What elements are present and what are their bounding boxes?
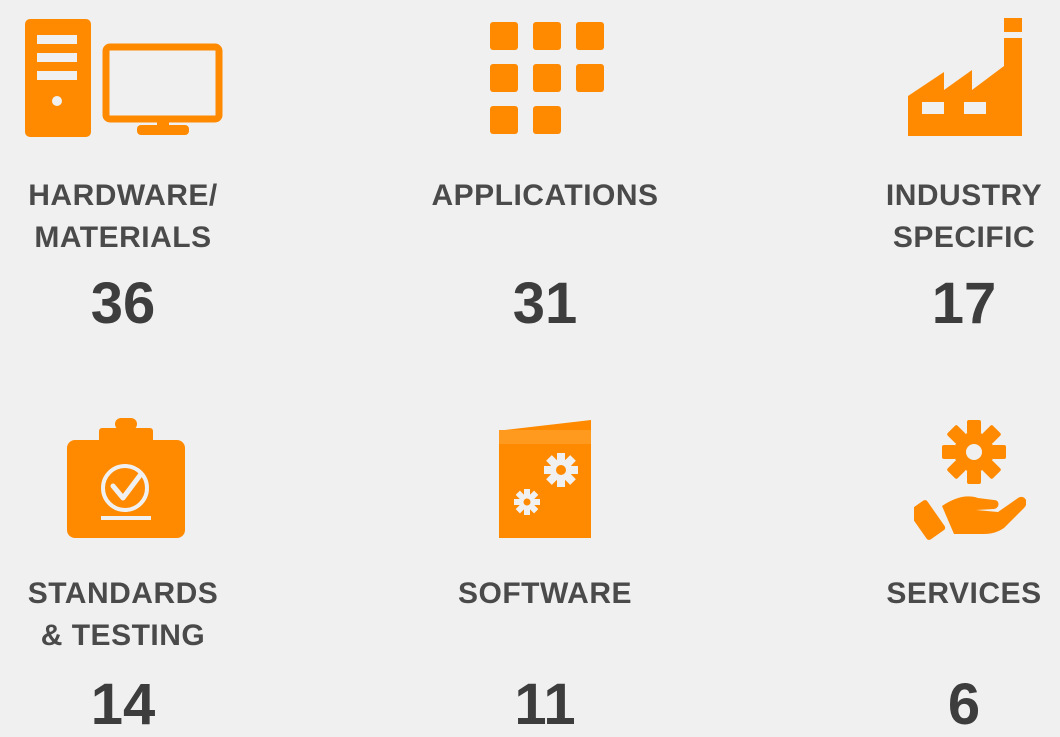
category-count: 36	[90, 271, 156, 336]
category-label: HARDWARE/	[28, 179, 218, 212]
category-label-second-line: & TESTING	[40, 619, 206, 652]
category-tile-services[interactable]: SERVICES 6	[814, 396, 1060, 737]
category-count: 11	[514, 672, 576, 737]
category-count: 31	[512, 271, 578, 336]
category-label: SERVICES	[886, 577, 1042, 610]
category-tile-industry-specific[interactable]: INDUSTRY SPECIFIC 17	[814, 0, 1060, 340]
category-tile-hardware-materials[interactable]: HARDWARE/ MATERIALS 36	[0, 0, 273, 340]
factory-icon	[906, 18, 1026, 136]
category-label-second-line: SPECIFIC	[892, 221, 1036, 254]
app-grid-icon	[490, 22, 604, 134]
category-label: STANDARDS	[27, 577, 219, 610]
category-tile-applications[interactable]: APPLICATIONS 31	[395, 0, 695, 340]
category-label: APPLICATIONS	[431, 179, 659, 212]
category-label: SOFTWARE	[458, 577, 632, 610]
desktop-computer-icon	[23, 17, 223, 139]
category-tile-software[interactable]: SOFTWARE 11	[395, 396, 695, 737]
category-count: 14	[90, 672, 156, 737]
category-count: 6	[947, 672, 981, 737]
software-box-gears-icon	[499, 420, 591, 538]
clipboard-check-icon	[65, 418, 187, 538]
category-label-second-line: MATERIALS	[34, 221, 212, 254]
category-label: INDUSTRY	[885, 179, 1043, 212]
category-tile-standards-testing[interactable]: STANDARDS & TESTING 14	[0, 396, 273, 737]
category-count: 17	[931, 271, 997, 336]
hand-gear-icon	[914, 418, 1026, 540]
